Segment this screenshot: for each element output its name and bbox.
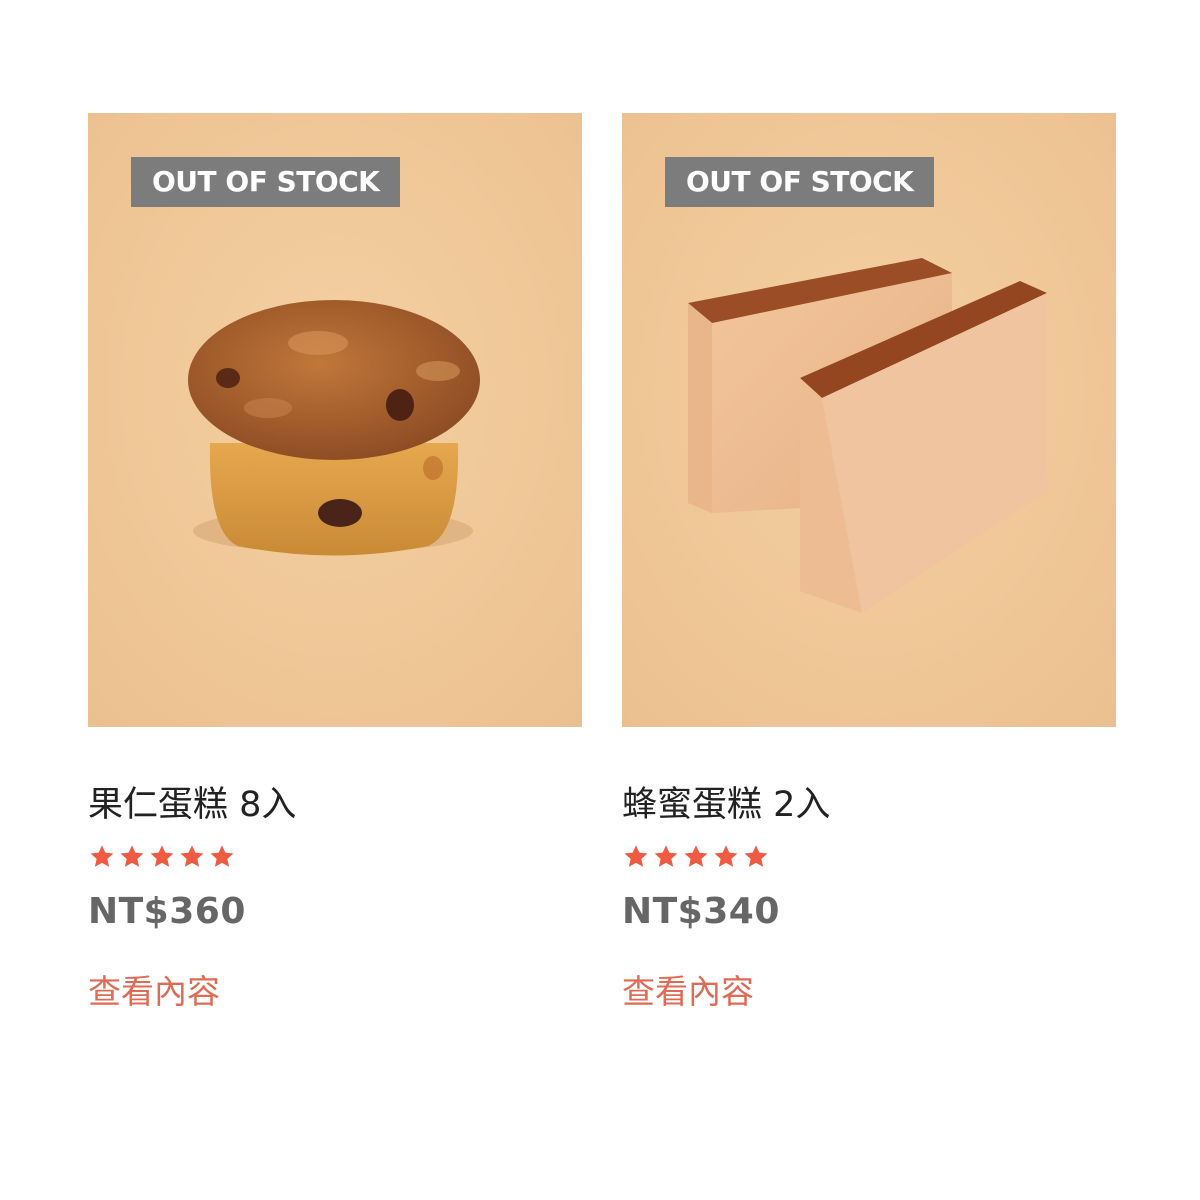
rating-stars	[622, 839, 1116, 875]
product-card[interactable]: OUT OF STOCK 蜂蜜蛋糕 2入 NT$340 查看內容	[622, 113, 1116, 1014]
star-icon	[150, 845, 174, 867]
rating-stars	[88, 839, 582, 875]
star-icon	[624, 845, 648, 867]
star-icon	[120, 845, 144, 867]
star-icon	[684, 845, 708, 867]
star-icon	[744, 845, 768, 867]
out-of-stock-badge: OUT OF STOCK	[665, 157, 935, 207]
view-details-link[interactable]: 查看內容	[622, 970, 754, 1014]
product-title[interactable]: 果仁蛋糕 8入	[88, 783, 582, 827]
star-icon	[714, 845, 738, 867]
star-icon	[90, 845, 114, 867]
product-price: NT$340	[622, 891, 780, 932]
star-icon	[180, 845, 204, 867]
product-title[interactable]: 蜂蜜蛋糕 2入	[622, 783, 1116, 827]
view-details-link[interactable]: 查看內容	[88, 970, 220, 1014]
product-image[interactable]: OUT OF STOCK	[622, 113, 1116, 727]
product-card[interactable]: OUT OF STOCK 果仁蛋糕 8入 NT$360 查看內容	[88, 113, 582, 1014]
product-image[interactable]: OUT OF STOCK	[88, 113, 582, 727]
star-icon	[210, 845, 234, 867]
out-of-stock-badge: OUT OF STOCK	[131, 157, 401, 207]
star-icon	[654, 845, 678, 867]
product-price: NT$360	[88, 891, 246, 932]
